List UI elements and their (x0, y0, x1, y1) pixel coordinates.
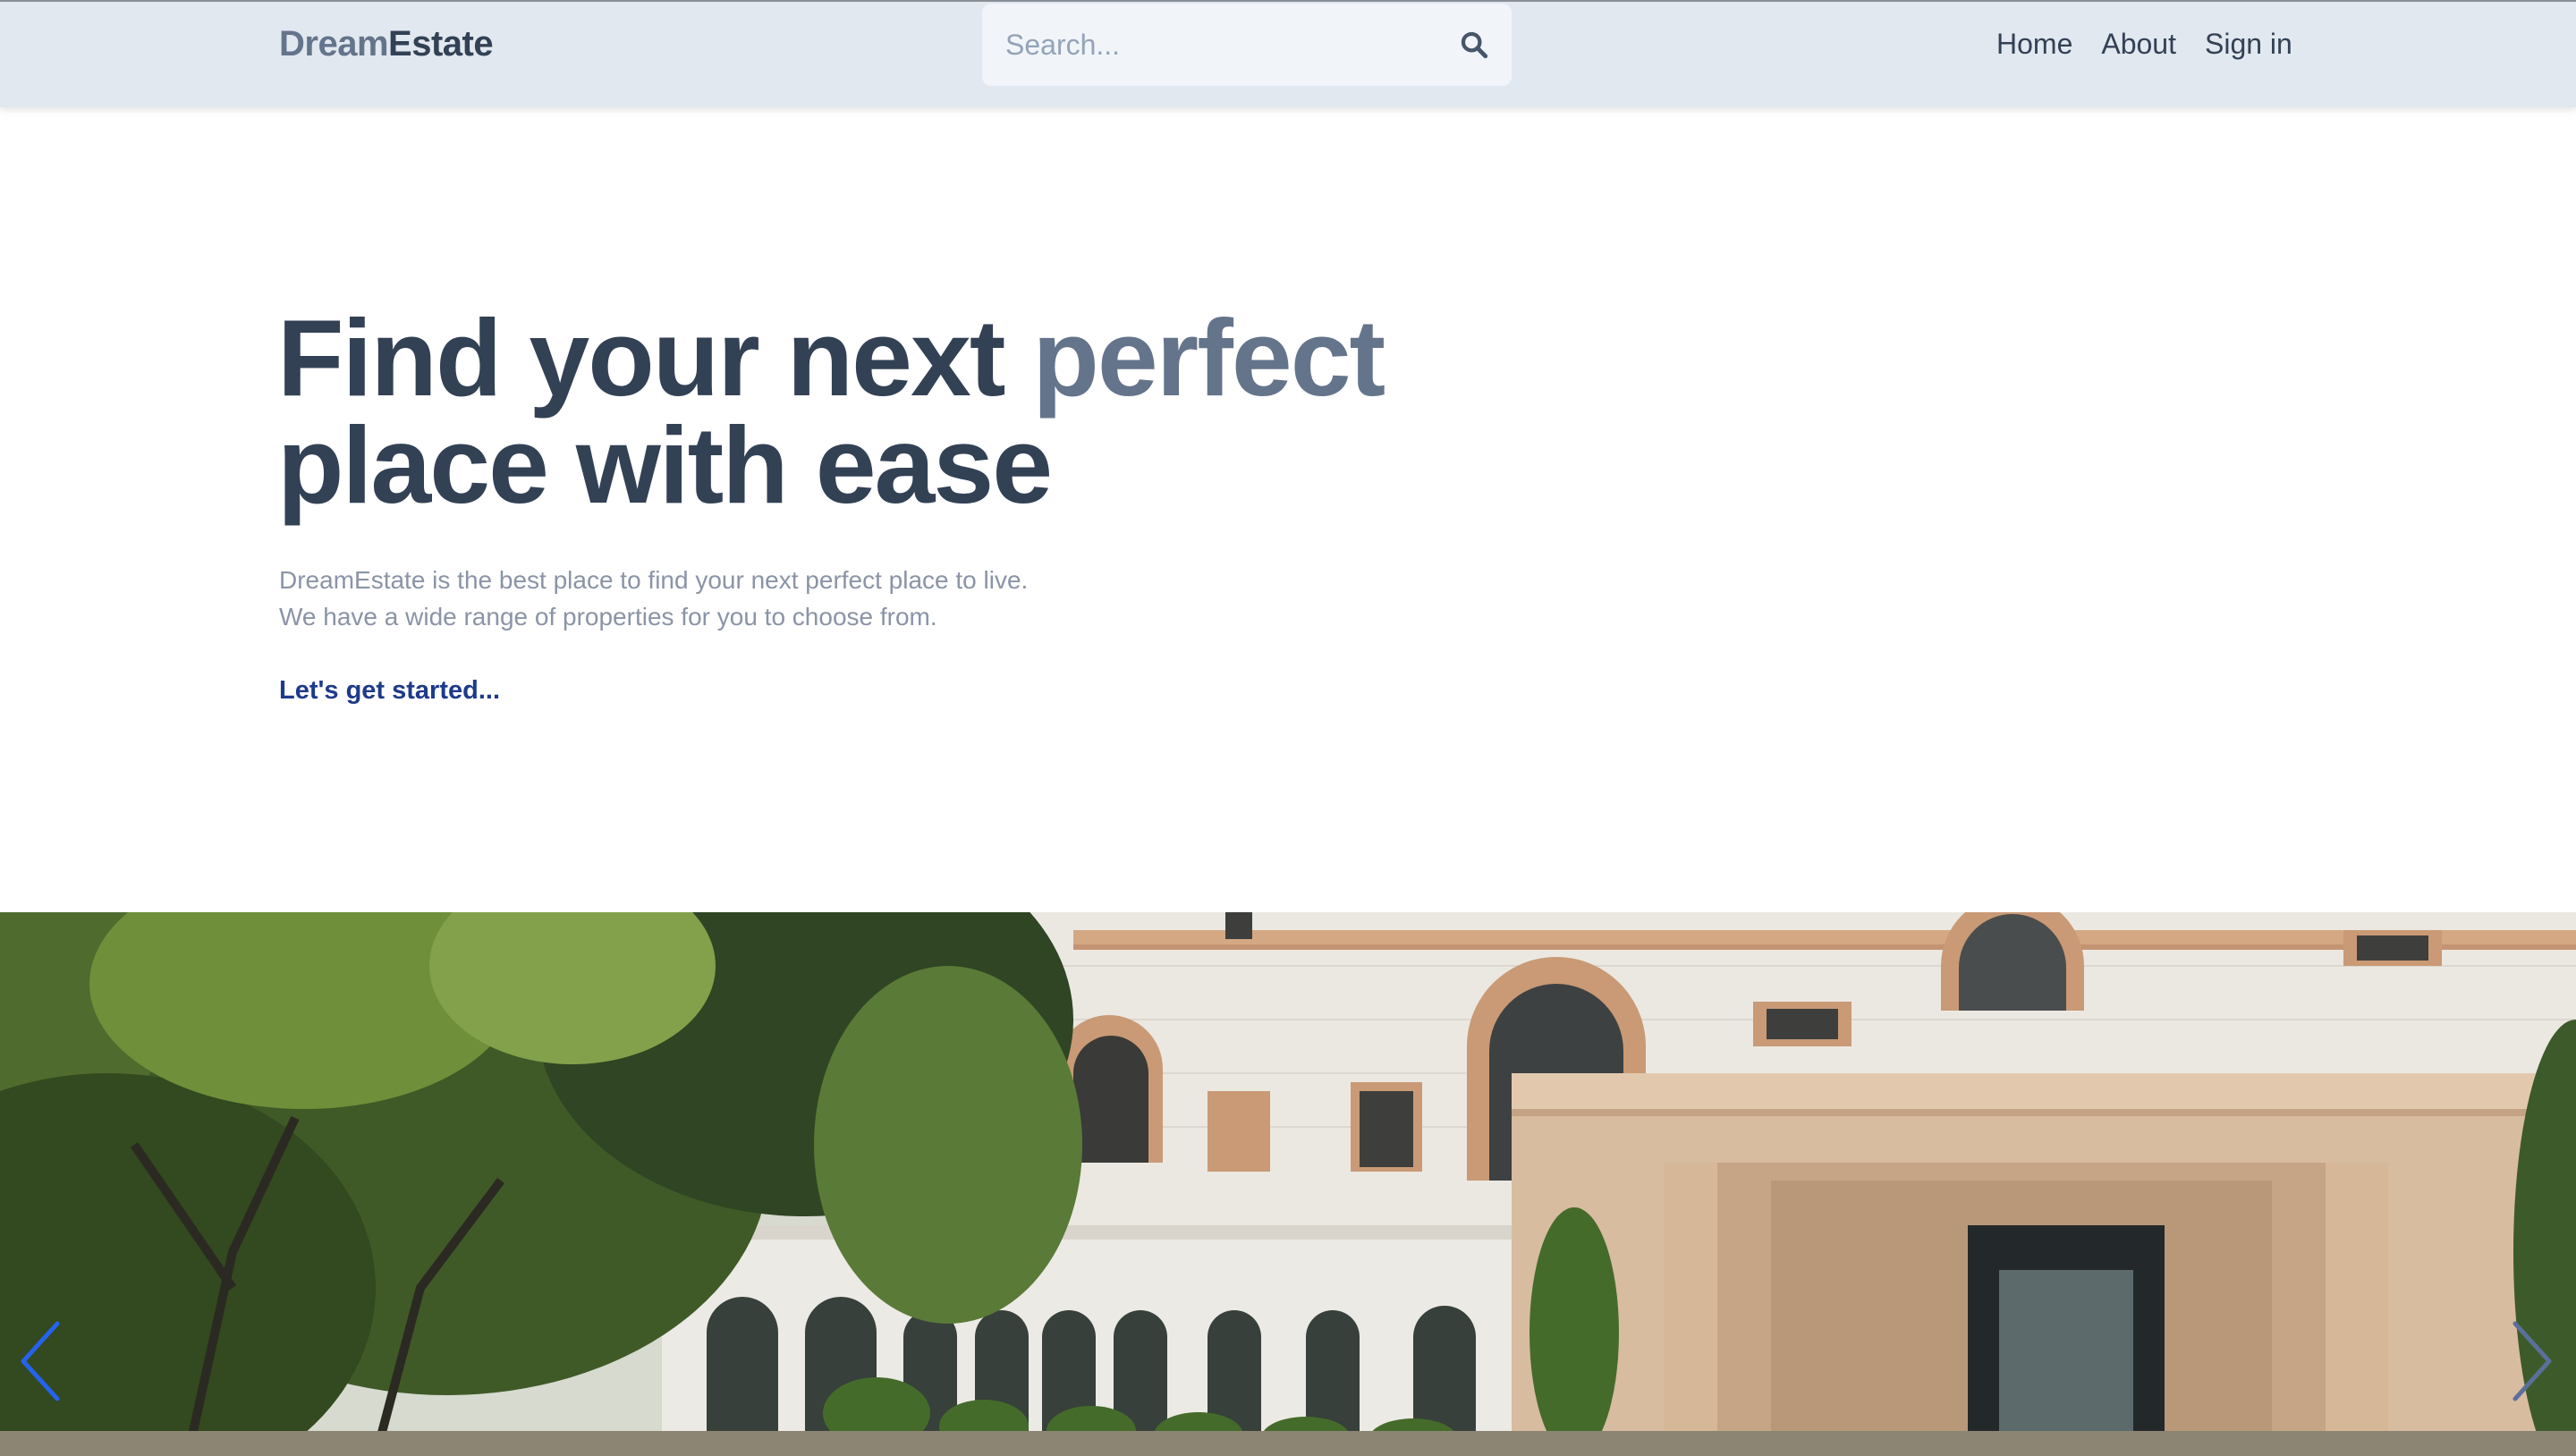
chevron-left-icon[interactable] (18, 1318, 68, 1404)
site-logo[interactable]: DreamEstate (279, 21, 494, 66)
main-nav: Home About Sign in (1996, 25, 2292, 63)
nav-link-sign-in[interactable]: Sign in (2205, 25, 2292, 63)
property-image (0, 912, 2576, 1456)
hero-description-line1: DreamEstate is the best place to find yo… (279, 566, 1029, 594)
nav-link-about[interactable]: About (2101, 25, 2176, 63)
search-input[interactable] (1004, 4, 1433, 86)
chevron-right-icon[interactable] (2504, 1318, 2555, 1404)
hero-description: DreamEstate is the best place to find yo… (279, 562, 1442, 635)
get-started-link[interactable]: Let's get started... (279, 676, 500, 706)
search-form (982, 4, 1512, 86)
hero-description-line2: We have a wide range of properties for y… (279, 603, 937, 631)
listing-carousel (0, 912, 2576, 1456)
logo-part-estate: Estate (388, 24, 494, 63)
hero-title-part1: Find your next (277, 297, 1033, 419)
search-button[interactable] (1454, 25, 1494, 64)
search-icon (1461, 31, 1488, 59)
hero-title-part2: place with ease (277, 404, 1053, 526)
nav-link-home[interactable]: Home (1996, 25, 2072, 63)
hero-title: Find your next perfect place with ease (277, 303, 1530, 520)
hero-title-accent: perfect (1032, 297, 1385, 419)
logo-part-dream: Dream (279, 24, 389, 63)
site-header: DreamEstate Home About Sign in (0, 0, 2576, 107)
